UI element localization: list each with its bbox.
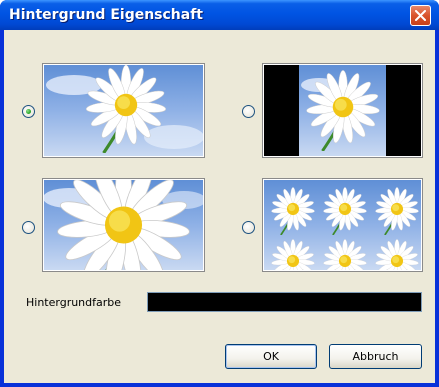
radio-selected-dot [26,109,31,114]
radio-stretch[interactable] [22,221,35,234]
background-color-field[interactable] [147,292,422,312]
thumbnail-fit[interactable] [42,63,205,158]
thumbnail-tile[interactable] [262,178,423,272]
close-button[interactable] [410,5,431,26]
dialog-client-area: Hintergrundfarbe OK Abbruch [4,30,435,383]
radio-tile[interactable] [242,221,255,234]
daisy-fit-thumbnail-icon [44,65,203,156]
daisy-stretch-thumbnail-icon [44,180,203,270]
radio-center[interactable] [242,105,255,118]
thumbnail-stretch[interactable] [42,178,205,272]
close-icon [415,10,426,21]
thumbnail-center[interactable] [262,63,423,158]
daisy-center-black-bars-thumbnail-icon [264,65,421,156]
cancel-button[interactable]: Abbruch [329,344,422,369]
background-color-label: Hintergrundfarbe [26,296,122,309]
window-title: Hintergrund Eigenschaft [9,7,204,23]
ok-button[interactable]: OK [225,344,317,369]
title-bar[interactable]: Hintergrund Eigenschaft [0,0,439,30]
dialog-window: Hintergrund Eigenschaft Hintergrundfarbe… [0,0,439,387]
daisy-tile-thumbnail-icon [264,180,421,270]
radio-fit[interactable] [22,105,35,118]
